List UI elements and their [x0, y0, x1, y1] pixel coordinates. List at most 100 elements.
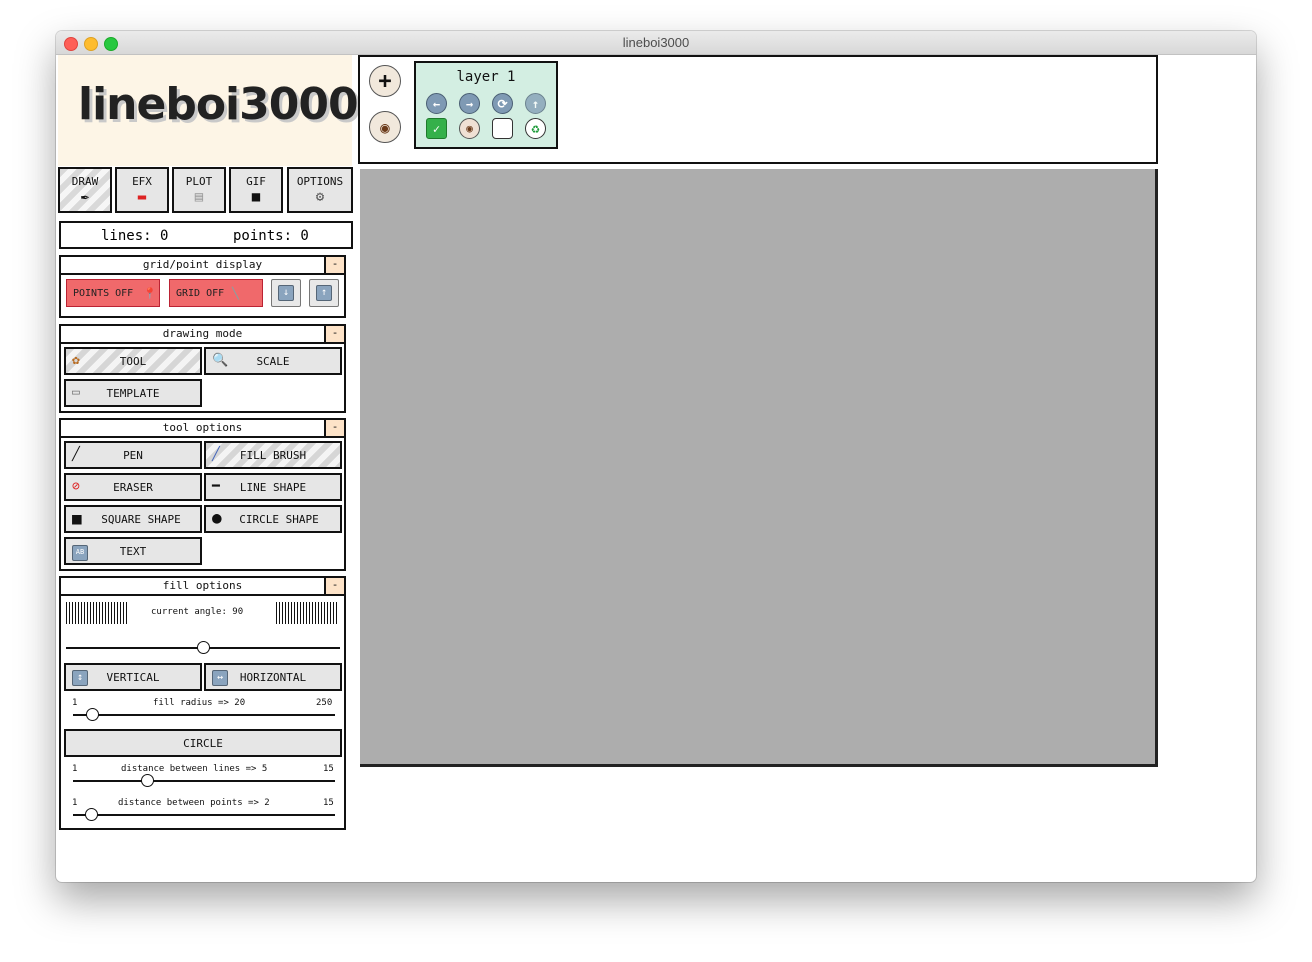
eye-icon[interactable]: ◉ — [459, 118, 480, 139]
tab-plot[interactable]: PLOT ▤ — [172, 167, 226, 213]
arrow-right-icon[interactable]: → — [459, 93, 480, 114]
button-label: LINE SHAPE — [239, 480, 307, 494]
arrow-up-icon[interactable]: ↑ — [525, 93, 546, 114]
layers-bar: + ◉ layer 1 ← → ⟳ ↑ ✓ ◉ ♻ — [358, 55, 1158, 164]
toggle-all-visibility-button[interactable]: ◉ — [369, 111, 401, 143]
text-tool-button[interactable]: AB TEXT — [64, 537, 202, 565]
eye-icon: ◉ — [380, 117, 390, 137]
fill-radius-track[interactable] — [73, 714, 335, 716]
button-label: PEN — [123, 448, 143, 462]
fill-radius-label: fill radius => 20 — [153, 698, 246, 708]
main-tabs: DRAW ✒ EFX ▬ PLOT ▤ GIF ■ OPTIONS ⚙ — [58, 167, 354, 217]
add-layer-button[interactable]: + — [369, 65, 401, 97]
tab-label: PLOT — [185, 175, 213, 188]
vertical-lines-preview — [276, 602, 338, 624]
recycle-icon[interactable]: ♻ — [525, 118, 546, 139]
check-icon[interactable]: ✓ — [426, 118, 447, 139]
tool-options-panel: tool options - ╱ PEN ╱ FILL BRUSH ⊘ ERAS… — [59, 418, 346, 571]
app-logo: lineboi3000 — [78, 79, 359, 130]
square-shape-button[interactable]: ■ SQUARE SHAPE — [64, 505, 202, 533]
printer-icon: ▭ — [72, 385, 80, 400]
prohibited-icon: ⊘ — [72, 479, 80, 494]
brush-icon: ╱ — [212, 447, 220, 462]
scale-mode-button[interactable]: 🔍 SCALE — [204, 347, 342, 375]
arrow-left-icon[interactable]: ← — [426, 93, 447, 114]
fill-radius-knob[interactable] — [86, 708, 100, 721]
horizontal-arrows-icon: ↔ — [212, 669, 228, 686]
app-content: lineboi3000 DRAW ✒ EFX ▬ PLOT ▤ GIF ■ OP… — [56, 55, 1256, 882]
layer-card[interactable]: layer 1 ← → ⟳ ↑ ✓ ◉ ♻ — [414, 61, 558, 149]
move-up-button[interactable]: ↑ — [309, 279, 339, 307]
panel-title: grid/point display — [142, 258, 263, 271]
button-label: VERTICAL — [106, 670, 160, 684]
panel-header: grid/point display - — [61, 257, 344, 275]
tab-gif[interactable]: GIF ■ — [229, 167, 283, 213]
tab-efx[interactable]: EFX ▬ — [115, 167, 169, 213]
collapse-button[interactable]: - — [324, 257, 344, 273]
palette-icon: ✿ — [72, 353, 80, 368]
point-distance-knob[interactable] — [85, 808, 99, 821]
button-label: CIRCLE SHAPE — [239, 512, 319, 526]
template-mode-button[interactable]: ▭ TEMPLATE — [64, 379, 202, 407]
video-camera-icon: ■ — [251, 189, 261, 205]
refresh-icon[interactable]: ⟳ — [492, 93, 513, 114]
collapse-button[interactable]: - — [324, 326, 344, 342]
grid-toggle-label: GRID OFF — [176, 287, 225, 299]
tab-draw[interactable]: DRAW ✒ — [58, 167, 112, 213]
fill-options-panel: fill options - current angle: 90 ↕ VERTI… — [59, 576, 346, 830]
pen-icon: ✒ — [80, 189, 90, 205]
arrow-down-icon: ↓ — [278, 285, 294, 301]
tool-mode-button[interactable]: ✿ TOOL — [64, 347, 202, 375]
line-shape-button[interactable]: ━ LINE SHAPE — [204, 473, 342, 501]
collapse-button[interactable]: - — [324, 578, 344, 594]
panel-header: tool options - — [61, 420, 344, 438]
tab-options[interactable]: OPTIONS ⚙ — [287, 167, 353, 213]
fill-radius-min: 1 — [72, 698, 78, 708]
panel-header: drawing mode - — [61, 326, 344, 344]
circle-icon: ● — [212, 508, 222, 527]
tab-label: DRAW — [71, 175, 99, 188]
circle-fill-button[interactable]: CIRCLE — [64, 729, 342, 757]
plus-icon: + — [378, 68, 392, 94]
lines-count: lines: 0 — [101, 228, 169, 244]
panel-title: drawing mode — [162, 327, 243, 340]
logo-area: lineboi3000 — [58, 55, 359, 166]
grid-toggle-button[interactable]: GRID OFF ╲ — [169, 279, 263, 307]
button-label: CIRCLE — [183, 736, 223, 750]
line-icon: ━ — [212, 479, 220, 494]
point-distance-max: 15 — [323, 798, 334, 808]
horizontal-button[interactable]: ↔ HORIZONTAL — [204, 663, 342, 691]
layer-name: layer 1 — [456, 69, 516, 85]
fill-radius-max: 250 — [316, 698, 333, 708]
drawing-canvas[interactable] — [360, 169, 1158, 767]
pen-tool-button[interactable]: ╱ PEN — [64, 441, 202, 469]
tab-label: OPTIONS — [296, 175, 344, 188]
line-distance-label: distance between lines => 5 — [121, 764, 268, 774]
color-swatch[interactable] — [492, 118, 513, 139]
panel-title: fill options — [162, 579, 243, 592]
angle-slider-knob[interactable] — [196, 641, 210, 654]
gear-icon: ⚙ — [315, 189, 325, 205]
vertical-button[interactable]: ↕ VERTICAL — [64, 663, 202, 691]
line-distance-track[interactable] — [73, 780, 335, 782]
circle-shape-button[interactable]: ● CIRCLE SHAPE — [204, 505, 342, 533]
button-label: FILL BRUSH — [239, 448, 307, 462]
ruler-icon: ╲ — [232, 286, 239, 300]
square-icon: ■ — [72, 509, 82, 528]
fill-brush-button[interactable]: ╱ FILL BRUSH — [204, 441, 342, 469]
eraser-button[interactable]: ⊘ ERASER — [64, 473, 202, 501]
pin-icon: 📍 — [143, 286, 157, 300]
point-distance-track[interactable] — [73, 814, 335, 816]
line-distance-knob[interactable] — [141, 774, 155, 787]
button-label: HORIZONTAL — [239, 670, 307, 684]
button-label: TEMPLATE — [106, 386, 160, 400]
magnifier-icon: 🔍 — [212, 353, 229, 368]
point-distance-label: distance between points => 2 — [118, 798, 270, 808]
points-toggle-button[interactable]: POINTS OFF 📍 — [66, 279, 160, 307]
grid-point-panel: grid/point display - POINTS OFF 📍 GRID O… — [59, 255, 346, 318]
button-label: ERASER — [113, 480, 153, 494]
collapse-button[interactable]: - — [324, 420, 344, 436]
move-down-button[interactable]: ↓ — [271, 279, 301, 307]
line-distance-min: 1 — [72, 764, 78, 774]
title-bar: lineboi3000 — [56, 31, 1256, 55]
